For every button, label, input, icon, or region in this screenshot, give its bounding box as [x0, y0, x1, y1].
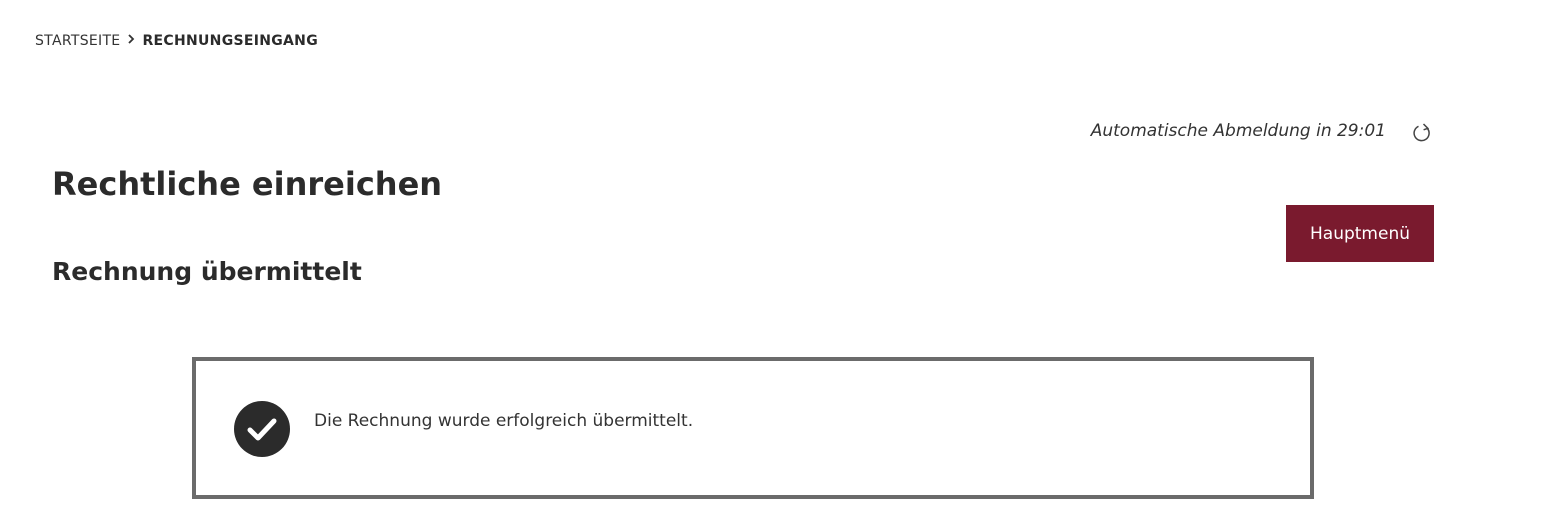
main-menu-button[interactable]: Hauptmenü	[1286, 205, 1434, 262]
breadcrumb: STARTSEITE RECHNUNGSEINGANG	[35, 33, 318, 49]
breadcrumb-current: RECHNUNGSEINGANG	[142, 33, 318, 49]
check-circle-icon	[234, 401, 290, 457]
logout-timer: Automatische Abmeldung in 29:01	[1090, 121, 1386, 141]
chevron-right-icon	[123, 33, 139, 49]
success-message: Die Rechnung wurde erfolgreich übermitte…	[314, 411, 694, 431]
page-subtitle: Rechnung übermittelt	[52, 257, 362, 286]
page: STARTSEITE RECHNUNGSEINGANG Automatische…	[0, 0, 1560, 524]
breadcrumb-home-link[interactable]: STARTSEITE	[35, 33, 120, 49]
success-notification: Die Rechnung wurde erfolgreich übermitte…	[192, 357, 1314, 499]
page-title: Rechtliche einreichen	[52, 165, 443, 203]
refresh-icon[interactable]	[1410, 121, 1434, 145]
